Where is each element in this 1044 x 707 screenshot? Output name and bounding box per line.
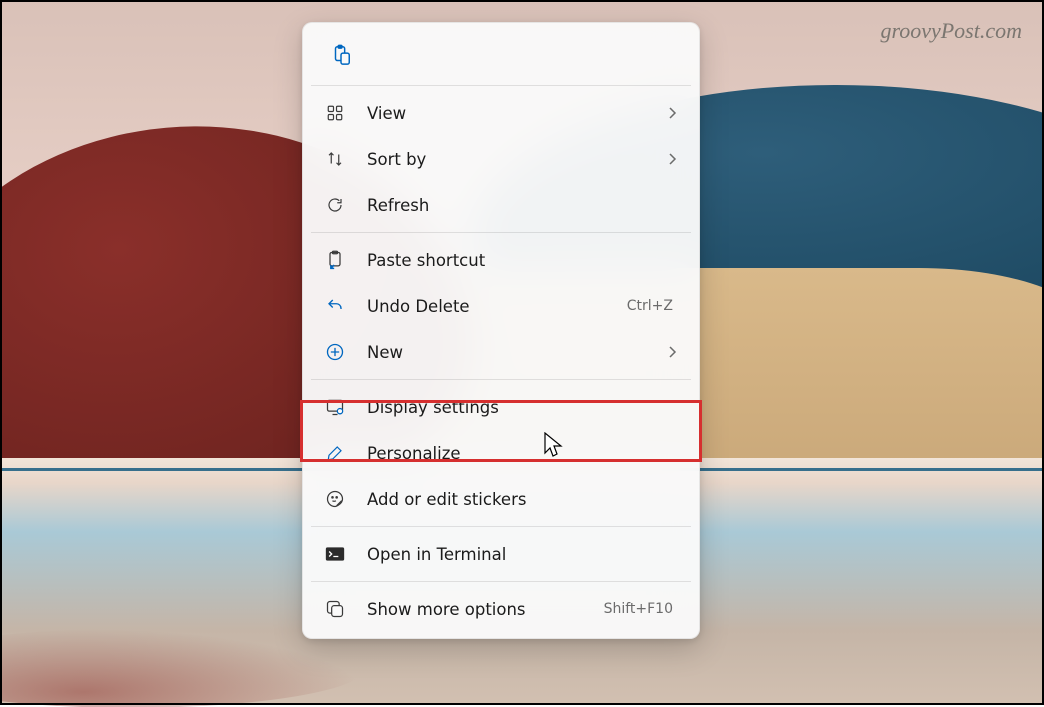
chevron-right-icon bbox=[667, 107, 681, 119]
menu-item-label: Show more options bbox=[367, 600, 604, 619]
paste-shortcut-icon bbox=[321, 246, 349, 274]
view-grid-icon bbox=[321, 99, 349, 127]
menu-item-refresh[interactable]: Refresh bbox=[309, 182, 693, 228]
menu-item-show-more-options[interactable]: Show more options Shift+F10 bbox=[309, 586, 693, 632]
menu-item-new[interactable]: New bbox=[309, 329, 693, 375]
menu-item-paste-shortcut[interactable]: Paste shortcut bbox=[309, 237, 693, 283]
menu-item-undo-delete[interactable]: Undo Delete Ctrl+Z bbox=[309, 283, 693, 329]
menu-item-open-terminal[interactable]: Open in Terminal bbox=[309, 531, 693, 577]
sticker-smile-icon bbox=[321, 485, 349, 513]
menu-item-display-settings[interactable]: Display settings bbox=[309, 384, 693, 430]
paste-icon-button[interactable] bbox=[321, 35, 361, 75]
menu-divider bbox=[311, 85, 691, 86]
terminal-icon bbox=[321, 540, 349, 568]
menu-item-label: Add or edit stickers bbox=[367, 490, 681, 509]
new-plus-icon bbox=[321, 338, 349, 366]
menu-item-label: Sort by bbox=[367, 150, 667, 169]
menu-item-shortcut: Ctrl+Z bbox=[627, 298, 673, 314]
desktop-context-menu: View Sort by Refresh bbox=[302, 22, 700, 639]
clipboard-paste-icon bbox=[330, 44, 352, 66]
menu-item-shortcut: Shift+F10 bbox=[604, 601, 673, 617]
chevron-right-icon bbox=[667, 346, 681, 358]
menu-item-sort-by[interactable]: Sort by bbox=[309, 136, 693, 182]
menu-divider bbox=[311, 581, 691, 582]
menu-item-stickers[interactable]: Add or edit stickers bbox=[309, 476, 693, 522]
menu-item-label: Paste shortcut bbox=[367, 251, 681, 270]
refresh-icon bbox=[321, 191, 349, 219]
menu-item-view[interactable]: View bbox=[309, 90, 693, 136]
display-settings-icon bbox=[321, 393, 349, 421]
menu-divider bbox=[311, 232, 691, 233]
menu-item-label: Open in Terminal bbox=[367, 545, 681, 564]
context-menu-icon-row bbox=[309, 29, 693, 81]
chevron-right-icon bbox=[667, 153, 681, 165]
personalize-brush-icon bbox=[321, 439, 349, 467]
menu-item-label: Display settings bbox=[367, 398, 681, 417]
sort-icon bbox=[321, 145, 349, 173]
menu-item-label: Undo Delete bbox=[367, 297, 627, 316]
show-more-icon bbox=[321, 595, 349, 623]
undo-icon bbox=[321, 292, 349, 320]
menu-item-label: View bbox=[367, 104, 667, 123]
menu-divider bbox=[311, 526, 691, 527]
menu-item-label: Refresh bbox=[367, 196, 681, 215]
watermark: groovyPost.com bbox=[880, 18, 1022, 44]
wallpaper-reflection bbox=[0, 629, 365, 707]
menu-item-personalize[interactable]: Personalize bbox=[309, 430, 693, 476]
menu-divider bbox=[311, 379, 691, 380]
menu-item-label: Personalize bbox=[367, 444, 681, 463]
menu-item-label: New bbox=[367, 343, 667, 362]
